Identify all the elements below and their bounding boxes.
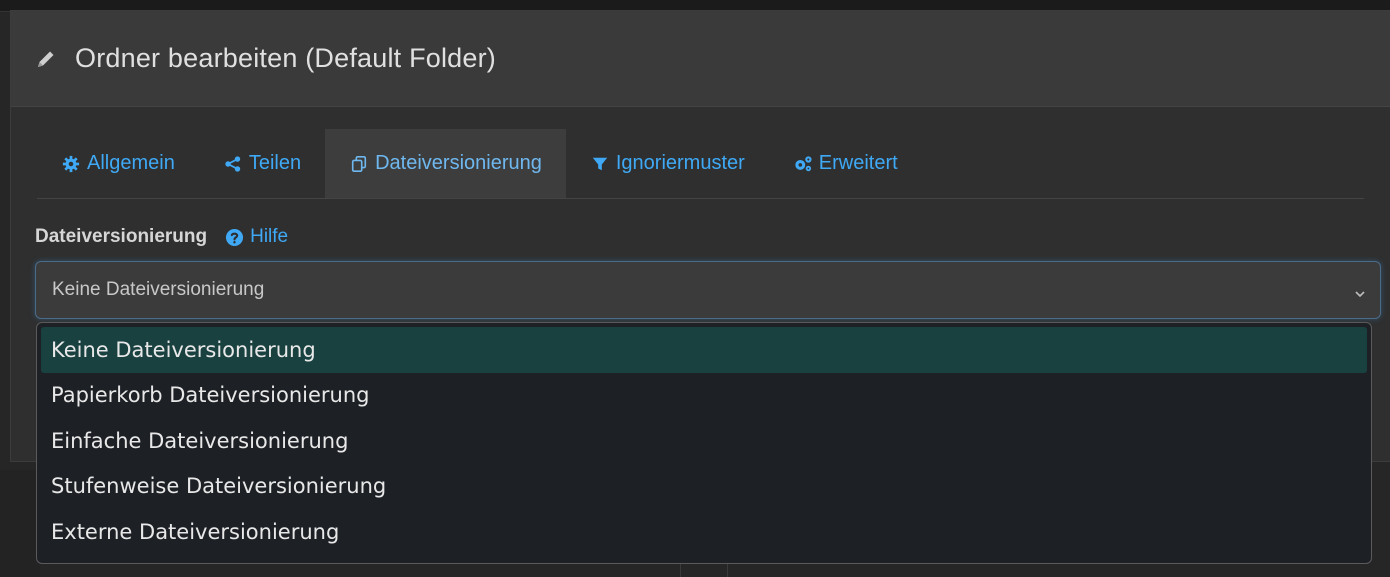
option-trashcan-versioning[interactable]: Papierkorb Dateiversionierung xyxy=(41,373,1367,419)
tab-ignore-patterns[interactable]: Ignoriermuster xyxy=(566,129,769,198)
modal-header: Ordner bearbeiten (Default Folder) xyxy=(11,11,1390,107)
tab-label: Allgemein xyxy=(87,152,175,174)
pencil-icon xyxy=(35,48,57,70)
select-value: Keine Dateiversionierung xyxy=(52,279,265,300)
tab-label: Ignoriermuster xyxy=(615,152,745,174)
option-staggered-versioning[interactable]: Stufenweise Dateiversionierung xyxy=(41,464,1367,510)
field-label-row: Dateiversionierung Hilfe xyxy=(35,223,1364,251)
filter-icon xyxy=(590,154,610,174)
chevron-down-icon xyxy=(1354,284,1366,298)
field-label: Dateiversionierung xyxy=(35,226,208,247)
tab-label: Teilen xyxy=(248,152,302,174)
option-no-versioning[interactable]: Keine Dateiversionierung xyxy=(41,327,1367,373)
question-circle-icon xyxy=(225,228,244,247)
option-external-versioning[interactable]: Externe Dateiversionierung xyxy=(41,509,1367,555)
tab-file-versioning[interactable]: Dateiversionierung xyxy=(325,129,566,198)
option-simple-versioning[interactable]: Einfache Dateiversionierung xyxy=(41,418,1367,464)
tab-general[interactable]: Allgemein xyxy=(37,129,199,198)
versioning-type-select[interactable]: Keine Dateiversionierung xyxy=(35,261,1381,319)
tab-label: Erweitert xyxy=(818,152,898,174)
help-link[interactable]: Hilfe xyxy=(225,226,288,248)
modal-title: Ordner bearbeiten (Default Folder) xyxy=(75,43,497,73)
modal-body: Allgemein Teilen Dateiversionierung Igno… xyxy=(11,107,1390,319)
share-icon xyxy=(223,154,243,174)
gear-icon xyxy=(61,154,81,174)
tab-label: Dateiversionierung xyxy=(375,152,542,174)
help-link-label: Hilfe xyxy=(250,226,289,247)
gears-icon xyxy=(793,154,813,174)
background-panel-edge xyxy=(0,470,40,577)
tab-share[interactable]: Teilen xyxy=(199,129,325,198)
versioning-type-dropdown: Keine Dateiversionierung Papierkorb Date… xyxy=(36,322,1372,564)
tab-bar: Allgemein Teilen Dateiversionierung Igno… xyxy=(37,129,1364,199)
tab-advanced[interactable]: Erweitert xyxy=(769,129,922,198)
copy-icon xyxy=(349,154,369,174)
